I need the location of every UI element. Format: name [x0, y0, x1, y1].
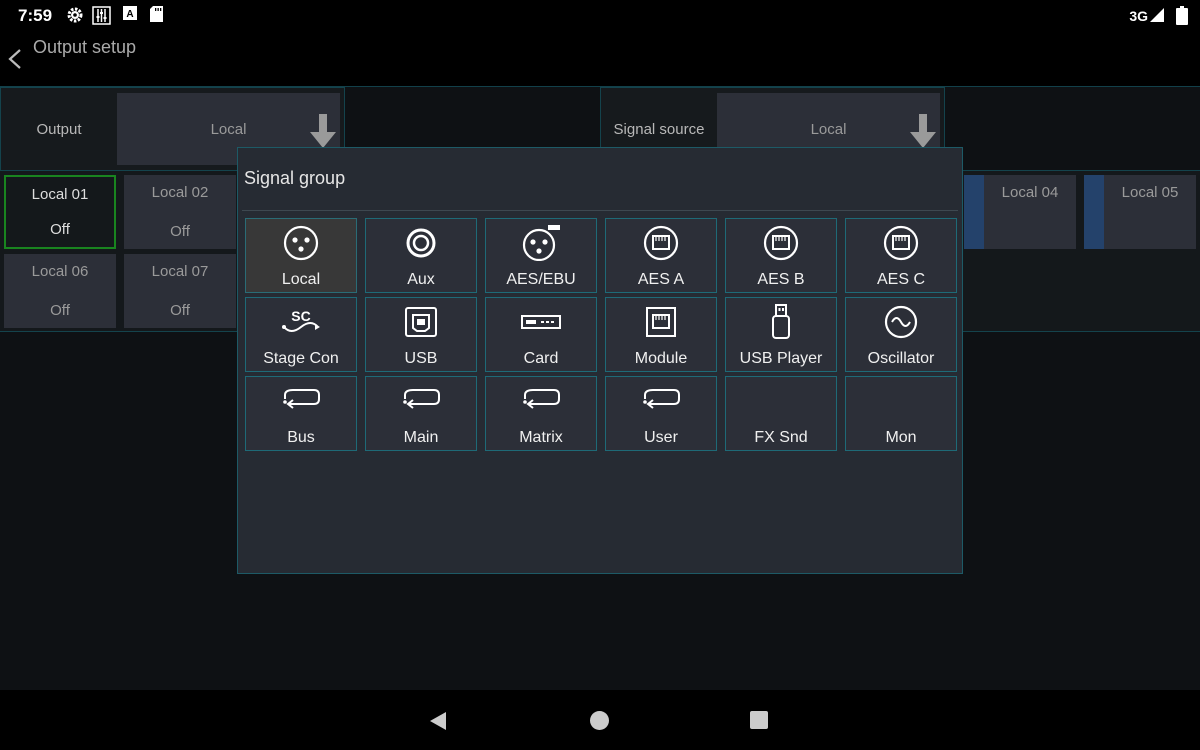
app-bar: Output setup	[0, 32, 1200, 87]
channel-local-02[interactable]: Local 02 Off	[124, 175, 236, 249]
button-label: AES C	[876, 271, 925, 288]
channel-stripe	[1084, 175, 1104, 249]
module-icon	[606, 304, 716, 340]
page-title: Output setup	[33, 37, 137, 57]
battery-icon	[1176, 6, 1188, 30]
button-label: AES/EBU	[506, 271, 576, 288]
channel-local-06[interactable]: Local 06 Off	[4, 254, 116, 328]
signal-group-aux-button[interactable]: Aux	[365, 218, 477, 293]
signal-group-aes-ebu-button[interactable]: AES/EBU	[485, 218, 597, 293]
button-label: Stage Con	[263, 350, 339, 367]
ethernet-icon	[726, 225, 836, 261]
channel-local-04[interactable]: Local 04	[964, 175, 1076, 249]
channel-name: Local 04	[1001, 184, 1059, 201]
svg-text:A: A	[126, 9, 133, 20]
channel-name: Local 05	[1121, 184, 1179, 201]
button-label: USB	[404, 350, 438, 367]
channel-name: Local 02	[151, 184, 209, 201]
output-value: Local	[210, 120, 247, 138]
xlr-icon	[246, 225, 356, 261]
loop-icon	[246, 383, 356, 419]
arrow-down-icon[interactable]	[310, 114, 336, 150]
button-label: AES A	[637, 271, 685, 288]
signal-group-aes-c-button[interactable]: AES C	[845, 218, 957, 293]
channel-name: Local 01	[31, 186, 89, 203]
channel-name: Local 06	[31, 263, 89, 280]
oscillator-icon	[846, 304, 956, 340]
channel-value: Off	[170, 302, 190, 319]
status-bar: 7:59 A 3G	[0, 0, 1200, 32]
nav-back-icon[interactable]	[428, 711, 448, 731]
button-label: Module	[634, 350, 688, 367]
signal-group-main-button[interactable]: Main	[365, 376, 477, 451]
channel-stripe	[964, 175, 984, 249]
signal-group-card-button[interactable]: Card	[485, 297, 597, 372]
signal-group-matrix-button[interactable]: Matrix	[485, 376, 597, 451]
card-icon	[486, 304, 596, 340]
rca-icon	[366, 225, 476, 261]
button-label: Oscillator	[867, 350, 935, 367]
loop-icon	[606, 383, 716, 419]
signal-group-dialog: Signal group Local Aux AES/EBU AES A AES…	[237, 147, 963, 574]
mixer-icon	[92, 6, 111, 29]
signal-icon	[1150, 8, 1164, 27]
button-label: Aux	[407, 271, 435, 288]
channel-value: Off	[170, 223, 190, 240]
arrow-down-icon[interactable]	[910, 114, 936, 150]
signal-group-aes-a-button[interactable]: AES A	[605, 218, 717, 293]
signal-group-usb-player-button[interactable]: USB Player	[725, 297, 837, 372]
loop-icon	[366, 383, 476, 419]
ethernet-icon	[606, 225, 716, 261]
ethernet-icon	[846, 225, 956, 261]
signal-group-module-button[interactable]: Module	[605, 297, 717, 372]
source-value: Local	[810, 120, 847, 138]
nav-home-icon[interactable]	[590, 711, 609, 730]
button-label: Matrix	[519, 429, 563, 446]
a-icon: A	[123, 6, 137, 24]
back-button[interactable]	[6, 46, 26, 72]
channel-local-05[interactable]: Local 05	[1084, 175, 1196, 249]
status-time: 7:59	[18, 6, 53, 25]
usb-b-icon	[366, 304, 476, 340]
button-label: Bus	[287, 429, 315, 446]
usb-stick-icon	[726, 304, 836, 340]
nav-recent-icon[interactable]	[750, 711, 768, 729]
signal-group-oscillator-button[interactable]: Oscillator	[845, 297, 957, 372]
signal-group-usb-button[interactable]: USB	[365, 297, 477, 372]
signal-group-aes-b-button[interactable]: AES B	[725, 218, 837, 293]
signal-group-stage-con-button[interactable]: SC Stage Con	[245, 297, 357, 372]
gear-icon	[66, 6, 84, 28]
network-type: 3G	[1129, 8, 1148, 24]
channel-local-07[interactable]: Local 07 Off	[124, 254, 236, 328]
button-label: User	[644, 429, 678, 446]
button-label: Mon	[885, 429, 917, 446]
signal-group-local-button[interactable]: Local	[245, 218, 357, 293]
button-label: FX Snd	[754, 429, 808, 446]
xlr-aes-icon	[486, 225, 596, 261]
dialog-title: Signal group	[244, 168, 346, 188]
button-label: Main	[403, 429, 439, 446]
signal-group-bus-button[interactable]: Bus	[245, 376, 357, 451]
sdcard-icon	[150, 6, 163, 26]
channel-local-01[interactable]: Local 01 Off	[4, 175, 116, 249]
button-label: Card	[523, 350, 559, 367]
loop-icon	[486, 383, 596, 419]
signal-group-fx-snd-button[interactable]: FX Snd	[725, 376, 837, 451]
dialog-divider	[242, 210, 958, 211]
output-label: Output	[36, 120, 82, 138]
channel-name: Local 07	[151, 263, 209, 280]
signal-group-user-button[interactable]: User	[605, 376, 717, 451]
channel-value: Off	[50, 221, 70, 238]
stage-connect-icon: SC	[246, 304, 356, 340]
button-label: Local	[281, 271, 321, 288]
button-label: USB Player	[739, 350, 823, 367]
channel-value: Off	[50, 302, 70, 319]
stage-connect-icon-text: SC	[291, 308, 310, 324]
signal-group-mon-button[interactable]: Mon	[845, 376, 957, 451]
button-label: AES B	[757, 271, 805, 288]
